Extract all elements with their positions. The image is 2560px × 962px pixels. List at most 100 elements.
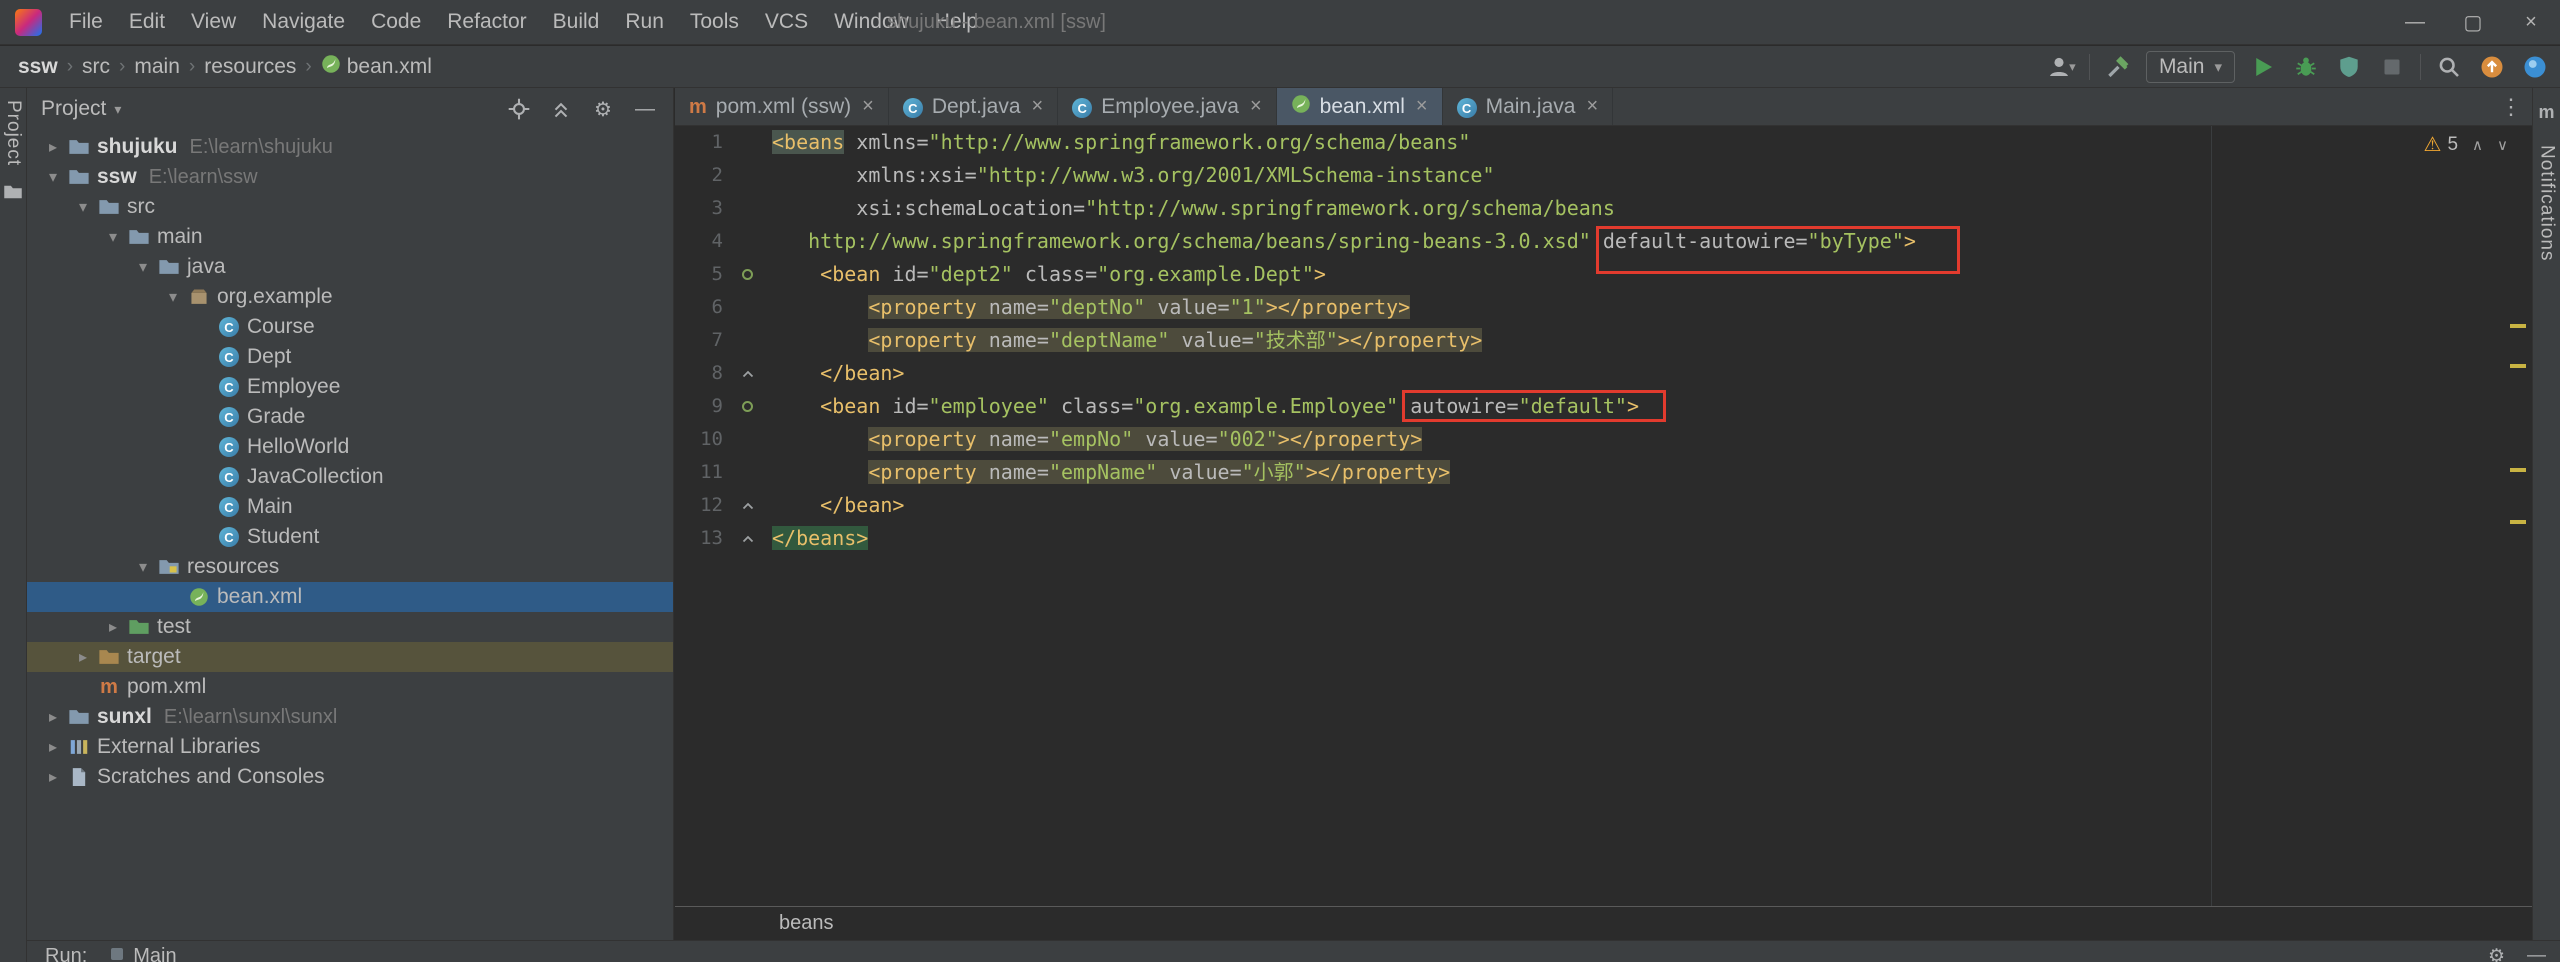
tree-row-org-example[interactable]: ▾ org.example [27,282,673,312]
breadcrumb-item-src[interactable]: src [82,55,110,79]
fold-icon[interactable] [723,522,772,555]
stop-icon[interactable] [2377,52,2407,82]
tree-row-shujuku[interactable]: ▸ shujuku E:\learn\shujuku [27,132,673,162]
project-tool-button[interactable]: Project [2,100,24,166]
gutter[interactable]: 12 [675,489,772,522]
gutter[interactable]: 5 [675,258,772,291]
close-icon[interactable]: × [1032,95,1044,118]
chevron-down-icon[interactable]: ▾ [41,167,65,187]
tree-row-test[interactable]: ▸ test [27,612,673,642]
close-icon[interactable]: × [1250,95,1262,118]
tab-pom-xml-ssw[interactable]: m pom.xml (ssw) × [675,88,889,125]
tree-row-external-libraries[interactable]: ▸ External Libraries [27,732,673,762]
tree-row-dept[interactable]: C Dept [27,342,673,372]
tree-row-employee[interactable]: C Employee [27,372,673,402]
close-icon[interactable]: × [1416,95,1428,118]
error-stripe-mark[interactable] [2510,468,2526,472]
menu-edit[interactable]: Edit [116,0,178,44]
menu-view[interactable]: View [178,0,249,44]
chevron-right-icon[interactable]: ▸ [71,647,95,667]
tree-row-course[interactable]: C Course [27,312,673,342]
gear-icon[interactable]: ⚙ [2488,945,2505,962]
project-view-selector[interactable]: Project ▾ [41,97,121,121]
chevron-right-icon[interactable]: ▸ [41,707,65,727]
close-icon[interactable]: × [1586,95,1598,118]
menu-navigate[interactable]: Navigate [249,0,358,44]
avatar-icon[interactable]: ▾ [2046,52,2076,82]
code-text[interactable]: <bean id="dept2" class="org.example.Dept… [772,258,1326,291]
tree-row-sunxl[interactable]: ▸ sunxl E:\learn\sunxl\sunxl [27,702,673,732]
tab-main-java[interactable]: C Main.java × [1443,88,1614,125]
tree-row-resources[interactable]: ▾ resources [27,552,673,582]
error-stripe-mark[interactable] [2510,364,2526,368]
xml-breadcrumb-beans[interactable]: beans [779,912,834,935]
menu-file[interactable]: File [56,0,116,44]
tree-row-main[interactable]: C Main [27,492,673,522]
close-icon[interactable]: × [862,95,874,118]
chevron-right-icon[interactable]: ▸ [41,767,65,787]
breadcrumb-item-resources[interactable]: resources [204,55,296,79]
minimize-button[interactable]: — [2386,0,2444,44]
gutter[interactable]: 3 [675,192,772,225]
gutter[interactable]: 9 [675,390,772,423]
tab-dept-java[interactable]: C Dept.java × [889,88,1059,125]
close-button[interactable]: × [2502,0,2560,44]
chevron-right-icon[interactable]: ▸ [41,137,65,157]
tree-row-main[interactable]: ▾ main [27,222,673,252]
chevron-down-icon[interactable]: ▾ [131,557,155,577]
code-text[interactable]: </bean> [772,357,904,390]
update-icon[interactable] [2477,52,2507,82]
menu-tools[interactable]: Tools [677,0,752,44]
run-config-combo[interactable]: Main ▾ [2145,50,2235,83]
tab-bean-xml[interactable]: bean.xml × [1276,88,1443,125]
tree-row-target[interactable]: ▸ target [27,642,673,672]
locate-icon[interactable] [507,97,531,121]
collapse-icon[interactable] [549,97,573,121]
menu-vcs[interactable]: VCS [752,0,821,44]
notifications-tool-button[interactable]: Notifications [2536,145,2558,262]
gutter[interactable]: 10 [675,423,772,456]
menu-refactor[interactable]: Refactor [434,0,539,44]
code-text[interactable]: <property name="empNo" value="002"></pro… [772,423,1423,456]
code-text[interactable]: <property name="deptName" value="技术部"></… [772,324,1483,357]
code-text[interactable]: xsi:schemaLocation="http://www.springfra… [772,192,1615,225]
chevron-right-icon[interactable]: ▸ [41,737,65,757]
code-text[interactable]: xmlns:xsi="http://www.w3.org/2001/XMLSch… [772,159,1494,192]
gear-icon[interactable]: ⚙ [591,97,615,121]
gutter[interactable]: 11 [675,456,772,489]
code-text[interactable]: <bean id="employee" class="org.example.E… [772,390,1639,423]
build-hammer-icon[interactable] [2103,52,2133,82]
inspection-widget[interactable]: ⚠ 5 ∧ ∨ [2424,132,2508,157]
chevron-down-icon[interactable]: ▾ [131,257,155,277]
code-text[interactable]: </beans> [772,522,869,555]
prev-warning-icon[interactable]: ∧ [2472,136,2483,154]
tab-employee-java[interactable]: C Employee.java × [1058,88,1277,125]
code-text[interactable]: <property name="empName" value="小郭"></pr… [772,456,1451,489]
debug-icon[interactable] [2291,52,2321,82]
gutter[interactable]: 7 [675,324,772,357]
error-stripe-mark[interactable] [2510,324,2526,328]
project-folder-icon[interactable] [3,182,23,208]
gutter[interactable]: 4 [675,225,772,258]
tree-row-pom-xml[interactable]: m pom.xml [27,672,673,702]
error-stripe-mark[interactable] [2510,520,2526,524]
hide-icon[interactable]: — [633,97,657,121]
breadcrumb-item-bean-xml[interactable]: bean.xml [321,54,432,80]
tree-row-src[interactable]: ▾ src [27,192,673,222]
fold-icon[interactable] [723,489,772,522]
breadcrumb-item-main[interactable]: main [134,55,180,79]
menu-build[interactable]: Build [540,0,613,44]
tree-row-java[interactable]: ▾ java [27,252,673,282]
gutter[interactable]: 1 [675,126,772,159]
run-icon[interactable] [2248,52,2278,82]
code-text[interactable]: http://www.springframework.org/schema/be… [772,225,1916,258]
code-editor[interactable]: ⚠ 5 ∧ ∨ 1 <beans xmlns="http://www.spring… [675,126,2532,906]
run-tab-main[interactable]: Main [109,945,177,962]
code-text[interactable]: <property name="deptNo" value="1"></prop… [772,291,1411,324]
code-text[interactable]: </bean> [772,489,904,522]
tree-row-javacollection[interactable]: C JavaCollection [27,462,673,492]
spring-bean-gutter-icon[interactable] [723,258,772,291]
gutter[interactable]: 6 [675,291,772,324]
tree-row-student[interactable]: C Student [27,522,673,552]
chevron-down-icon[interactable]: ▾ [161,287,185,307]
